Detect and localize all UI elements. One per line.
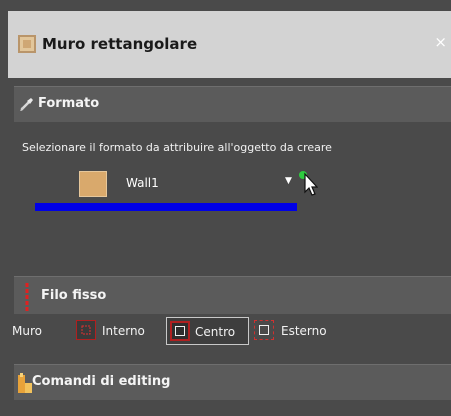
option-centro-label: Centro: [195, 325, 236, 339]
brush-icon: [20, 98, 33, 111]
section-header-filo-fisso[interactable]: Filo fisso: [14, 276, 451, 314]
inner-line-icon: [76, 320, 96, 340]
selected-format-value: Wall1: [126, 176, 159, 190]
panel-title: Muro rettangolare: [42, 35, 198, 53]
center-line-icon: [170, 321, 190, 341]
outer-line-icon: [254, 320, 274, 340]
chevron-down-icon[interactable]: ▼: [285, 176, 292, 186]
option-interno-label: Interno: [102, 324, 145, 338]
panel-title-bar: Muro rettangolare ×: [8, 11, 451, 78]
format-swatch: [79, 171, 107, 197]
section-label-filo-fisso: Filo fisso: [41, 288, 107, 303]
section-header-formato[interactable]: Formato: [14, 86, 451, 122]
editing-icon: [18, 373, 32, 393]
section-label-formato: Formato: [38, 96, 100, 111]
format-instruction: Selezionare il formato da attribuire all…: [22, 141, 332, 154]
section-header-comandi-di-editing[interactable]: Comandi di editing: [14, 364, 451, 400]
wall-format-icon: [18, 35, 36, 53]
option-esterno-label: Esterno: [281, 324, 327, 338]
close-icon[interactable]: ×: [434, 33, 447, 51]
pointer-cursor-icon: [299, 171, 318, 196]
option-interno[interactable]: Interno: [76, 317, 156, 345]
section-label-comandi: Comandi di editing: [32, 374, 171, 389]
muro-label: Muro: [12, 324, 42, 338]
format-selection-bar: [35, 203, 297, 211]
format-dropdown[interactable]: [74, 168, 304, 200]
option-esterno[interactable]: Esterno: [254, 317, 340, 345]
red-line-icon: [25, 283, 29, 311]
option-centro[interactable]: Centro: [166, 317, 249, 345]
